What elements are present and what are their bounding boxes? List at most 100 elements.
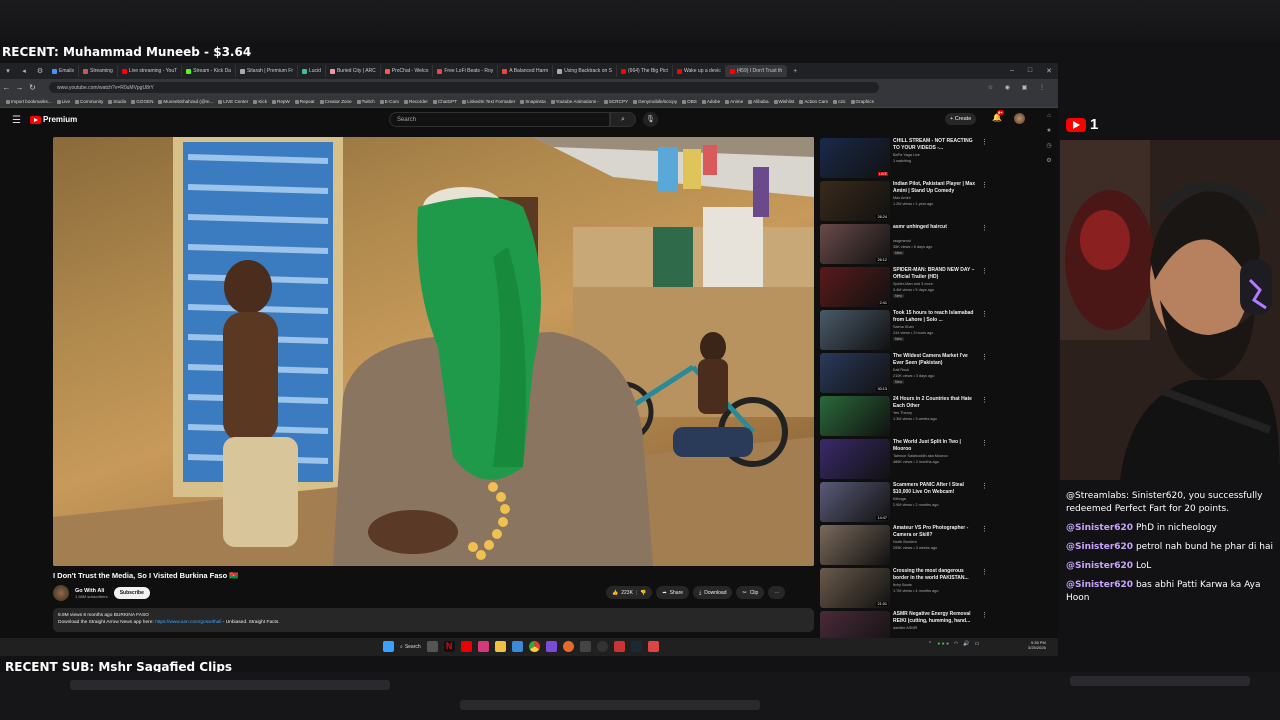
rail-home-icon[interactable]: ⌂ [1043, 113, 1055, 119]
recommendation-thumbnail[interactable]: 21:01 [820, 568, 890, 608]
recommendation-thumbnail[interactable] [820, 439, 890, 479]
bookmark-item[interactable]: SCRCPY [603, 99, 628, 104]
subscribe-button[interactable]: Subscribe [113, 587, 150, 599]
browser-tab[interactable]: Sitarah | Premium Fr [236, 65, 298, 77]
close-window-icon[interactable]: ✕ [1046, 67, 1052, 75]
firefox-icon[interactable] [562, 641, 574, 652]
bookmark-item[interactable]: Graphics [850, 99, 874, 104]
new-tab-icon[interactable]: + [787, 68, 803, 75]
recommendation-item[interactable]: 30:13 The Wildest Camera Market I've Ever… [820, 352, 998, 395]
app-icon-red[interactable] [613, 641, 625, 652]
browser-tab[interactable]: Emails [48, 65, 80, 77]
url-field[interactable]: www.youtube.com/watch?v=R0uMVpgU8rY [49, 82, 879, 93]
taskbar-search[interactable]: ⌕ Search [400, 644, 421, 650]
bookmark-item[interactable]: Anime [725, 99, 743, 104]
recommendation-thumbnail[interactable]: 2:41 [820, 267, 890, 307]
bookmark-item[interactable]: RepW [272, 99, 290, 104]
browser-tab[interactable]: Free LoFi Beats - Roy [433, 65, 499, 77]
description-box[interactable]: 8.9M views 8 months ago BURKINA FASO Dow… [53, 608, 814, 632]
app-icon-purple[interactable] [545, 641, 557, 652]
recommendation-thumbnail[interactable]: 30:13 [820, 353, 890, 393]
bookmark-item[interactable]: Genymobile/scrcpy [633, 99, 677, 104]
recommendation-thumbnail[interactable]: 14:47 [820, 482, 890, 522]
more-options-icon[interactable]: ⋮ [981, 439, 988, 447]
recommendation-item[interactable]: 24 Hours in 2 Countries that Hate Each O… [820, 395, 998, 438]
share-button[interactable]: ➦ Share [656, 586, 690, 599]
recommendation-item[interactable]: 2:41 SPIDER-MAN: BRAND NEW DAY – Official… [820, 266, 998, 309]
more-options-icon[interactable]: ⋮ [981, 267, 988, 275]
minimize-icon[interactable]: – [1010, 67, 1014, 75]
thumbs-down-icon[interactable]: 👎 [640, 590, 646, 596]
browser-tab[interactable]: A Balanced Harm [498, 65, 554, 77]
more-actions-button[interactable]: ⋯ [768, 586, 786, 599]
search-input[interactable]: Search [389, 112, 610, 127]
more-options-icon[interactable]: ⋮ [981, 568, 988, 576]
recommendation-item[interactable]: Took 15 hours to reach Islamabad from La… [820, 309, 998, 352]
browser-tab[interactable]: Live streaming - YouT [118, 65, 183, 77]
recommendation-thumbnail[interactable] [820, 396, 890, 436]
back-arrow-icon[interactable]: ◂ [16, 67, 32, 75]
bookmark-item[interactable]: OBS [682, 99, 697, 104]
bookmark-item[interactable]: c2o [833, 99, 846, 104]
bookmark-item[interactable]: Wishlist [773, 99, 794, 104]
recommendation-item[interactable]: LIVE CHILL STREAM - NOT REACTING TO YOUR … [820, 137, 998, 180]
wifi-icon[interactable]: ◠ [954, 641, 958, 647]
youtube-logo[interactable]: Premium [30, 115, 77, 124]
recommendation-item[interactable]: 14:47 Scammers PANIC After I Steal $10,00… [820, 481, 998, 524]
browser-tab[interactable]: (664) The Big Pict [617, 65, 673, 77]
recommendation-item[interactable]: 21:01 Crossing the most dangerous border … [820, 567, 998, 610]
bookmark-item[interactable]: Youtube Animations - [550, 99, 599, 104]
browser-tab[interactable]: Buried City | ARC [326, 65, 381, 77]
rail-bookmark-icon[interactable]: ★ [1043, 127, 1055, 134]
clip-button[interactable]: ✂ Clip [736, 586, 765, 599]
bookmark-item[interactable]: Alibaba [748, 99, 769, 104]
recommendation-thumbnail[interactable] [820, 525, 890, 565]
tab-list-icon[interactable]: ▾ [0, 67, 16, 75]
more-options-icon[interactable]: ⋮ [981, 353, 988, 361]
windows-start-icon[interactable] [383, 641, 394, 652]
recommendation-item[interactable]: The World Just Split In Two | Moorоо Taim… [820, 438, 998, 481]
battery-icon[interactable]: ▭ [975, 641, 980, 647]
volume-icon[interactable]: 🔊 [963, 641, 969, 647]
like-button[interactable]: 👍 223K | 👎 [606, 586, 653, 599]
bookmark-item[interactable]: Kick [253, 99, 267, 104]
recommendation-thumbnail[interactable]: 26:24 [820, 181, 890, 221]
steam-icon[interactable] [630, 641, 642, 652]
bookmark-item[interactable]: Action Cam [799, 99, 828, 104]
bookmark-item[interactable]: Import bookmarks... [6, 99, 52, 104]
back-icon[interactable]: ← [0, 83, 13, 92]
bookmark-item[interactable]: Repeat [294, 99, 315, 104]
bookmark-item[interactable]: Creator Zone [319, 99, 352, 104]
more-options-icon[interactable]: ⋮ [981, 396, 988, 404]
file-explorer-icon[interactable] [494, 641, 506, 652]
more-options-icon[interactable]: ⋮ [981, 224, 988, 232]
bookmark-item[interactable]: Community [75, 99, 103, 104]
download-button[interactable]: ⤓ Download [693, 586, 733, 599]
browser-tab[interactable]: Stream - Kick Da [182, 65, 236, 77]
bookmark-item[interactable]: Live [56, 99, 70, 104]
tray-chevron-icon[interactable]: ⌃ [928, 641, 932, 647]
more-options-icon[interactable]: ⋮ [981, 525, 988, 533]
browser-tab[interactable]: (459) I Don't Trust th [725, 65, 788, 77]
browser-tab[interactable]: Wake up a devic [673, 65, 726, 77]
settings-app-icon[interactable] [579, 641, 591, 652]
create-button[interactable]: + Create [945, 113, 977, 125]
browser-tab[interactable]: Lucid [298, 65, 326, 77]
mic-button[interactable]: 🎙 [643, 112, 658, 127]
recommendation-item[interactable]: Amateur VS Pro Photographer - Camera or … [820, 524, 998, 567]
description-link[interactable]: https://www.san.com/goswithali [155, 620, 221, 625]
browser-tab[interactable]: Streaming [79, 65, 118, 77]
settings-icon[interactable]: ⚙ [32, 67, 48, 75]
tray-app-icons[interactable]: ● ● ● [937, 641, 949, 647]
recommendation-thumbnail[interactable]: 26:12 [820, 224, 890, 264]
bookmark-item[interactable]: Twitch [356, 99, 375, 104]
channel-name[interactable]: Go With Ali [75, 588, 108, 594]
notifications-button[interactable]: 🔔 9+ [992, 110, 1004, 122]
recommendation-thumbnail[interactable]: LIVE [820, 138, 890, 178]
maximize-icon[interactable]: □ [1028, 67, 1032, 75]
bookmark-item[interactable]: ChatGPT [432, 99, 457, 104]
recommendation-item[interactable]: 26:12 asmr unhinged haircut rasgmenol 35K v… [820, 223, 998, 266]
youtube-app-icon[interactable] [460, 641, 472, 652]
more-options-icon[interactable]: ⋮ [981, 181, 988, 189]
app-icon-pink[interactable] [477, 641, 489, 652]
